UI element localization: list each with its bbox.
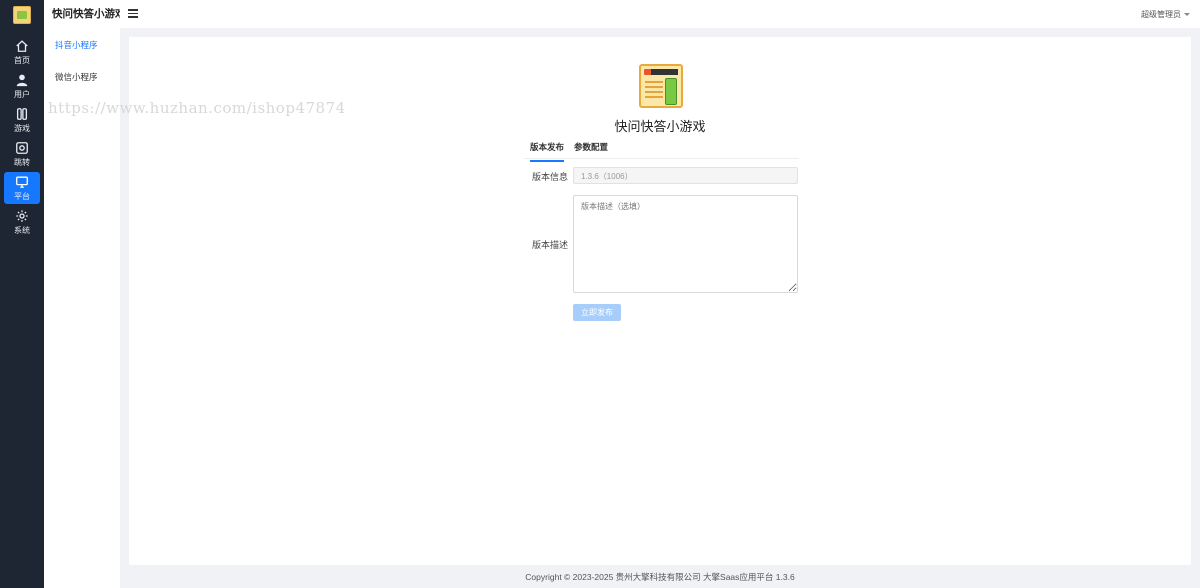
gamepad-icon	[16, 107, 28, 120]
app-thumbnail	[639, 64, 683, 108]
tab-version-release[interactable]: 版本发布	[530, 141, 565, 162]
user-menu[interactable]: 超级管理员	[1141, 9, 1190, 20]
version-desc-textarea[interactable]	[573, 195, 798, 293]
footer-copyright: Copyright © 2023-2025 贵州大擎科技有限公司 大擎Saas应…	[525, 572, 795, 582]
sidebar-item-wechat-miniprogram[interactable]: 微信小程序	[44, 62, 120, 92]
rail-item-label: 平台	[14, 191, 30, 201]
home-icon	[16, 39, 28, 52]
app-logo-icon[interactable]	[13, 6, 31, 24]
rail-item-label: 跳转	[14, 157, 30, 167]
top-bar: 超级管理员	[120, 0, 1200, 28]
link-box-icon	[16, 141, 28, 154]
user-icon	[16, 74, 28, 86]
rail-item-platform[interactable]: 平台	[4, 172, 40, 204]
app-thumbnail-caption-bar	[651, 69, 678, 75]
version-desc-label: 版本描述	[531, 240, 568, 250]
version-info-label: 版本信息	[531, 172, 568, 182]
gear-icon	[16, 209, 28, 222]
monitor-icon	[16, 176, 28, 188]
phone-icon	[665, 78, 677, 105]
version-info-field: 1.3.6（1006）	[573, 167, 798, 184]
rail-item-label: 游戏	[14, 123, 30, 133]
publish-button[interactable]: 立即发布	[573, 304, 621, 321]
rail-item-label: 用户	[14, 89, 30, 99]
rail-item-label: 系统	[14, 225, 30, 235]
user-name: 超级管理员	[1141, 10, 1181, 19]
rail-item-system[interactable]: 系统	[4, 206, 40, 238]
chevron-down-icon	[1184, 13, 1190, 17]
rail-item-user[interactable]: 用户	[4, 70, 40, 102]
app-title: 快问快答小游戏	[614, 119, 706, 134]
secondary-sidebar: 快问快答小游戏 抖音小程序 微信小程序	[44, 0, 126, 588]
watermark-text: https://www.huzhan.com/ishop47874	[48, 99, 346, 117]
rail-item-home[interactable]: 首页	[4, 36, 40, 68]
sidebar-item-douyin-miniprogram[interactable]: 抖音小程序	[44, 30, 120, 60]
rail-item-game[interactable]: 游戏	[4, 104, 40, 136]
tab-bar: 版本发布 参数配置	[524, 138, 799, 162]
sidebar-app-title: 快问快答小游戏	[52, 8, 126, 20]
rail-item-label: 首页	[14, 55, 30, 65]
rail-item-jump[interactable]: 跳转	[4, 138, 40, 170]
icon-rail: 首页 用户 游戏 跳转 平台 系统	[0, 0, 44, 588]
menu-toggle-icon[interactable]	[128, 9, 138, 19]
tab-parameter-config[interactable]: 参数配置	[574, 141, 608, 160]
